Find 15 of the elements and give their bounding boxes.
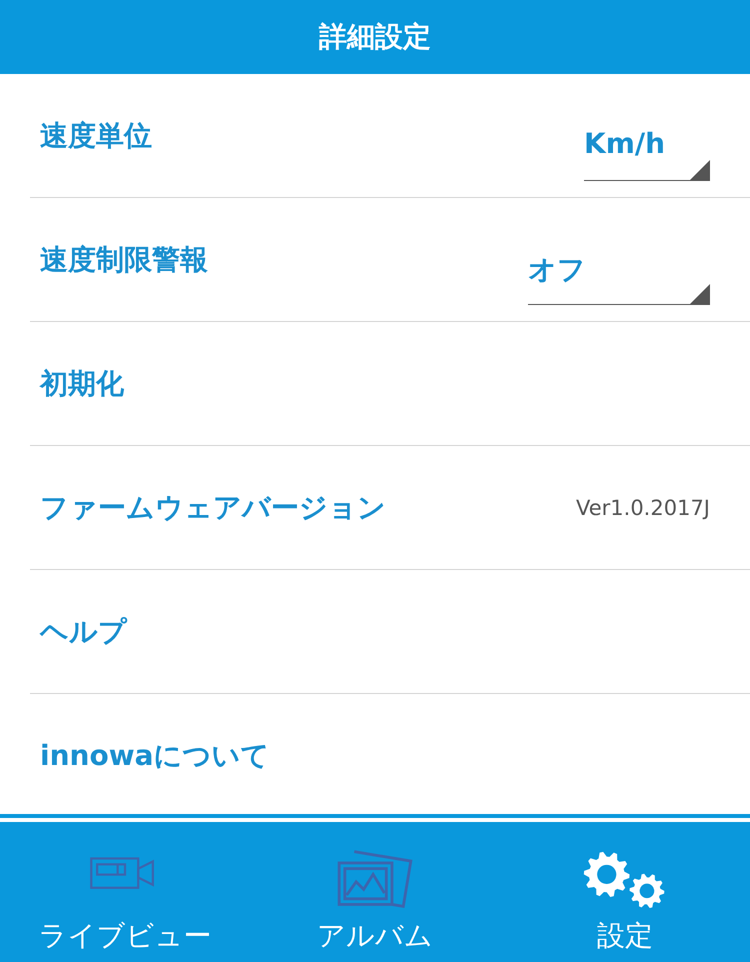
dropdown[interactable]: オフ — [528, 248, 710, 304]
corner-triangle-icon — [690, 160, 710, 180]
tab[interactable]: ライブビュー — [0, 822, 250, 962]
version-value: Ver1.0.2017J — [576, 496, 710, 520]
setting-label: innowaについて — [39, 738, 270, 774]
setting-label: ヘルプ — [38, 614, 127, 650]
dropdown[interactable]: Km/h — [584, 124, 710, 180]
screen-title: 詳細設定 — [319, 19, 431, 55]
setting-label: ファームウェアバージョン — [39, 490, 386, 526]
tab[interactable]: 設定 — [500, 822, 750, 962]
setting-label: 速度単位 — [39, 118, 152, 154]
setting-label: 速度制限警報 — [39, 242, 208, 278]
tab[interactable]: アルバム — [250, 822, 500, 962]
corner-triangle-icon — [690, 284, 710, 304]
setting-label: 初期化 — [38, 366, 124, 402]
